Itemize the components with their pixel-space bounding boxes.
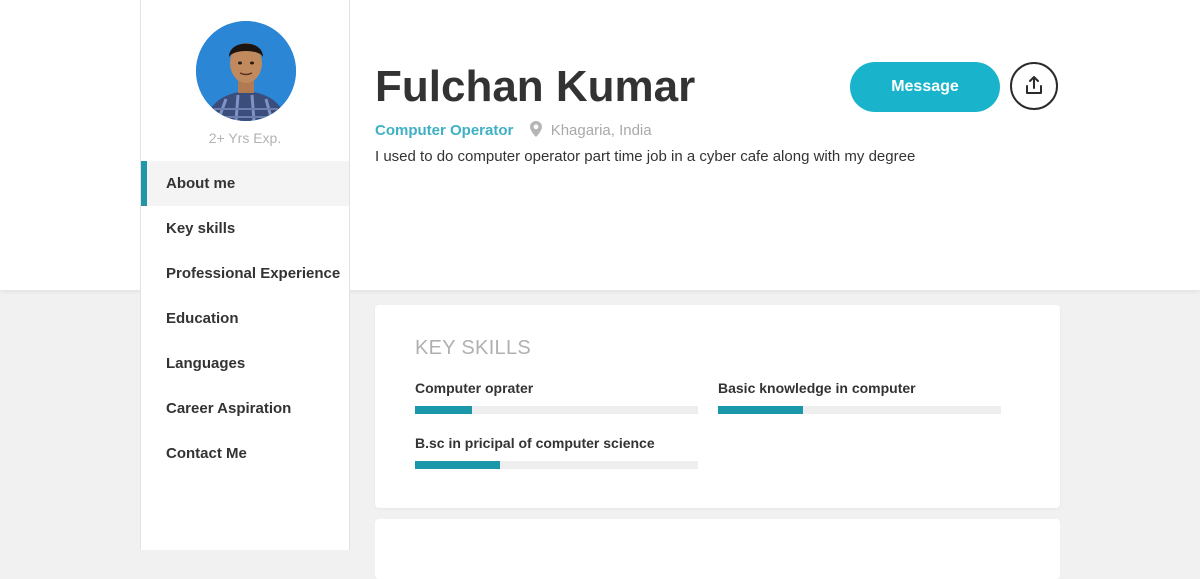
skill-level-bar bbox=[415, 461, 698, 469]
sidebar-item-professional-experience[interactable]: Professional Experience bbox=[141, 251, 349, 296]
sidebar-item-contact-me[interactable]: Contact Me bbox=[141, 431, 349, 476]
skill-item: Basic knowledge in computer bbox=[718, 380, 1001, 414]
sidebar-item-education[interactable]: Education bbox=[141, 296, 349, 341]
skill-name: Basic knowledge in computer bbox=[718, 380, 916, 396]
profile-photo bbox=[196, 21, 296, 121]
key-skills-card: KEY SKILLS Computer oprater Basic knowle… bbox=[375, 305, 1060, 508]
sidebar-item-languages[interactable]: Languages bbox=[141, 341, 349, 386]
message-button[interactable]: Message bbox=[850, 62, 1000, 112]
profile-name: Fulchan Kumar bbox=[375, 62, 696, 111]
sidebar-item-about-me[interactable]: About me bbox=[141, 161, 349, 206]
skill-level-fill bbox=[718, 406, 803, 414]
skill-name: Computer oprater bbox=[415, 380, 534, 396]
experience-years: 2+ Yrs Exp. bbox=[208, 130, 282, 146]
skill-level-bar bbox=[415, 406, 698, 414]
sidebar-nav: About me Key skills Professional Experie… bbox=[141, 161, 349, 476]
skill-name: B.sc in pricipal of computer science bbox=[415, 435, 655, 451]
profile-sidebar: 2+ Yrs Exp. About me Key skills Professi… bbox=[140, 0, 350, 550]
skill-level-bar bbox=[718, 406, 1001, 414]
skill-level-fill bbox=[415, 406, 472, 414]
skill-item: B.sc in pricipal of computer science bbox=[415, 435, 698, 469]
next-section-card bbox=[375, 519, 1060, 579]
skill-level-fill bbox=[415, 461, 500, 469]
profile-subtitle: Computer Operator Khagaria, India bbox=[375, 121, 652, 139]
location-pin-icon bbox=[529, 121, 542, 141]
job-title: Computer Operator bbox=[375, 122, 514, 139]
key-skills-title: KEY SKILLS bbox=[415, 337, 532, 359]
sidebar-item-key-skills[interactable]: Key skills bbox=[141, 206, 349, 251]
share-upload-icon bbox=[1024, 75, 1044, 98]
avatar bbox=[196, 21, 296, 121]
share-button[interactable] bbox=[1010, 62, 1058, 110]
location: Khagaria, India bbox=[550, 122, 652, 139]
skill-item: Computer oprater bbox=[415, 380, 698, 414]
sidebar-item-career-aspiration[interactable]: Career Aspiration bbox=[141, 386, 349, 431]
profile-bio: I used to do computer operator part time… bbox=[375, 148, 916, 165]
